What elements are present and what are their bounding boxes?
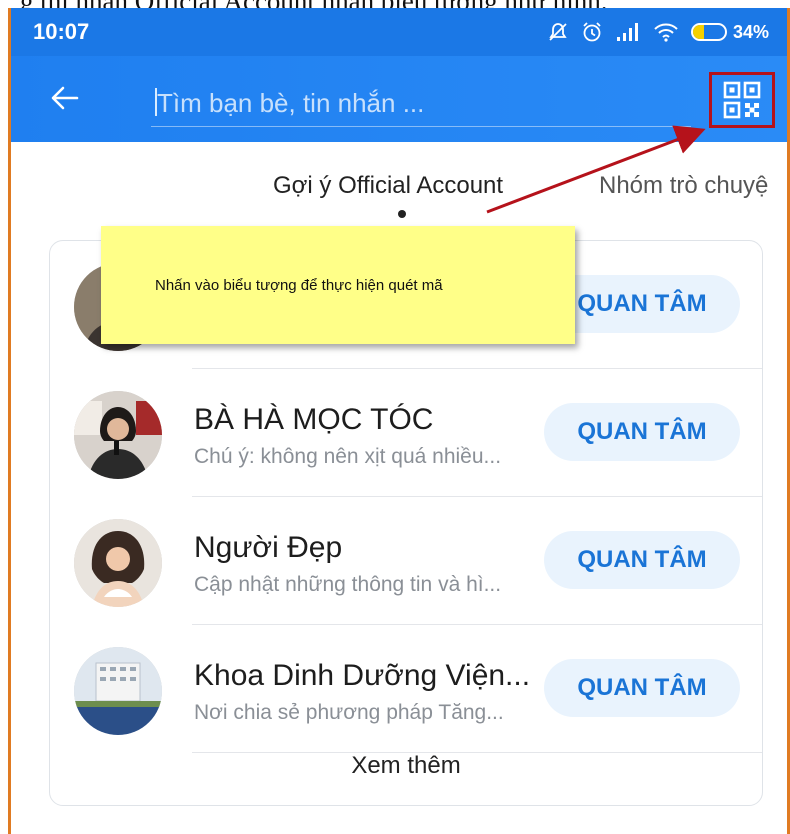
- list-item[interactable]: Người Đẹp Cập nhật những thông tin và hì…: [50, 497, 762, 625]
- status-icons: 34%: [547, 21, 769, 43]
- back-arrow-icon[interactable]: [47, 80, 83, 116]
- account-description: Cập nhật những thông tin và hì...: [194, 573, 502, 596]
- tab-official-account[interactable]: Gợi ý Official Account: [273, 172, 503, 200]
- tab-group-chat[interactable]: Nhóm trò chuyệ: [599, 172, 768, 200]
- phone-screen: 10:07 34% Tìm bạn bè, tin nhắn ... Gợi ý…: [8, 8, 790, 834]
- qr-code-icon: [723, 81, 761, 119]
- battery-fill: [692, 25, 704, 39]
- search-input[interactable]: [155, 82, 679, 124]
- follow-button[interactable]: QUAN TÂM: [544, 659, 740, 717]
- account-name: BÀ HÀ MỌC TÓC: [194, 403, 434, 436]
- app-bar: [11, 56, 787, 142]
- instruction-caption: g thì nhấn Official Account nhấn biểu tư…: [0, 0, 790, 8]
- account-description: Nơi chia sẻ phương pháp Tăng...: [194, 701, 504, 724]
- status-time: 10:07: [33, 19, 90, 44]
- annotation-callout: Nhấn vào biểu tượng để thực hiện quét mã: [101, 226, 575, 344]
- qr-scan-button[interactable]: [709, 72, 775, 128]
- search-box[interactable]: [151, 82, 691, 127]
- account-name: Khoa Dinh Dưỡng Viện...: [194, 659, 531, 692]
- battery-percent: 34%: [732, 21, 769, 42]
- battery-indicator: 34%: [690, 21, 769, 43]
- avatar: [74, 647, 162, 735]
- see-more-link[interactable]: Xem thêm: [50, 727, 762, 805]
- status-bar: 10:07 34%: [11, 8, 787, 56]
- follow-button[interactable]: QUAN TÂM: [544, 531, 740, 589]
- signal-icon: [616, 23, 638, 41]
- list-item[interactable]: BÀ HÀ MỌC TÓC Chú ý: không nên xịt quá n…: [50, 369, 762, 497]
- battery-icon: [690, 23, 727, 41]
- avatar: [74, 519, 162, 607]
- follow-button[interactable]: QUAN TÂM: [544, 403, 740, 461]
- mute-icon: [549, 23, 567, 41]
- active-tab-indicator: [398, 210, 406, 218]
- account-name: Người Đẹp: [194, 531, 343, 564]
- avatar: [74, 391, 162, 479]
- alarm-icon: [583, 22, 601, 42]
- account-description: Chú ý: không nên xịt quá nhiều...: [194, 445, 502, 468]
- wifi-icon: [654, 23, 678, 42]
